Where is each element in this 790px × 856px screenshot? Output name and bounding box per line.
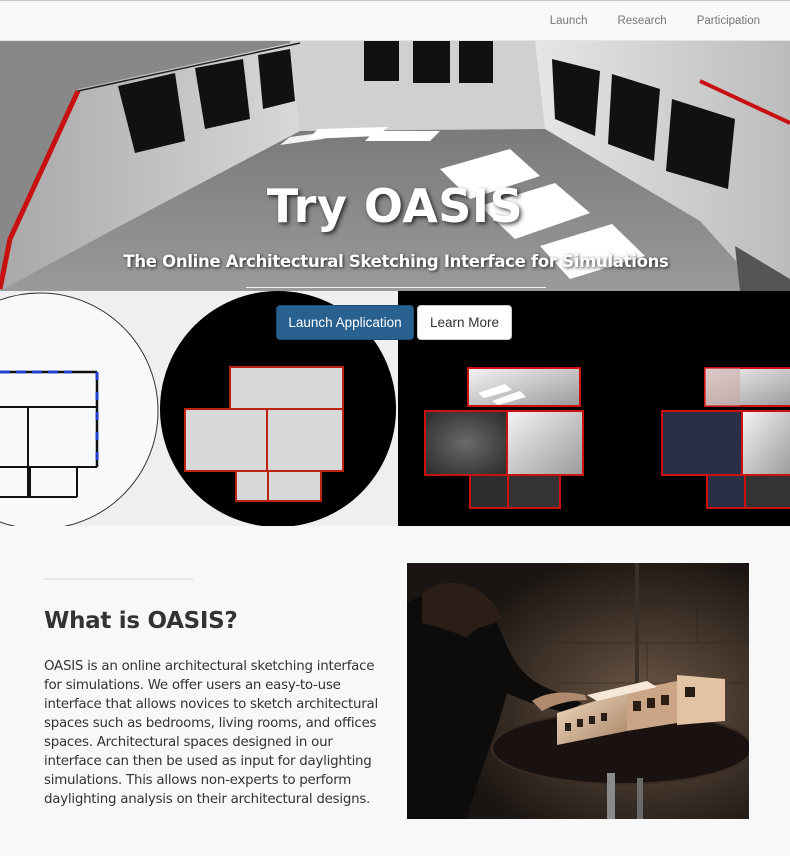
section-body-text: OASIS is an online architectural sketchi…: [44, 659, 378, 807]
model-photo: [407, 563, 749, 819]
nav-link-launch[interactable]: Launch: [550, 15, 588, 27]
section-heading: What is OASIS?: [44, 608, 238, 634]
section-divider: [44, 578, 194, 580]
learn-more-button[interactable]: Learn More: [417, 305, 512, 340]
nav-link-research[interactable]: Research: [617, 15, 666, 27]
navbar: Launch Research Participation: [0, 0, 790, 41]
nav-link-participation[interactable]: Participation: [697, 15, 760, 27]
hero-section: Try OASIS The Online Architectural Sketc…: [0, 41, 790, 526]
nav-links: Launch Research Participation: [520, 1, 760, 41]
hero-divider: [246, 287, 546, 288]
launch-application-button[interactable]: Launch Application: [276, 305, 414, 340]
model-photo-image: [407, 563, 749, 819]
hero-subtitle: The Online Architectural Sketching Inter…: [123, 252, 669, 271]
hero-title: Try OASIS: [266, 179, 524, 233]
hero-background-image: [0, 41, 790, 526]
